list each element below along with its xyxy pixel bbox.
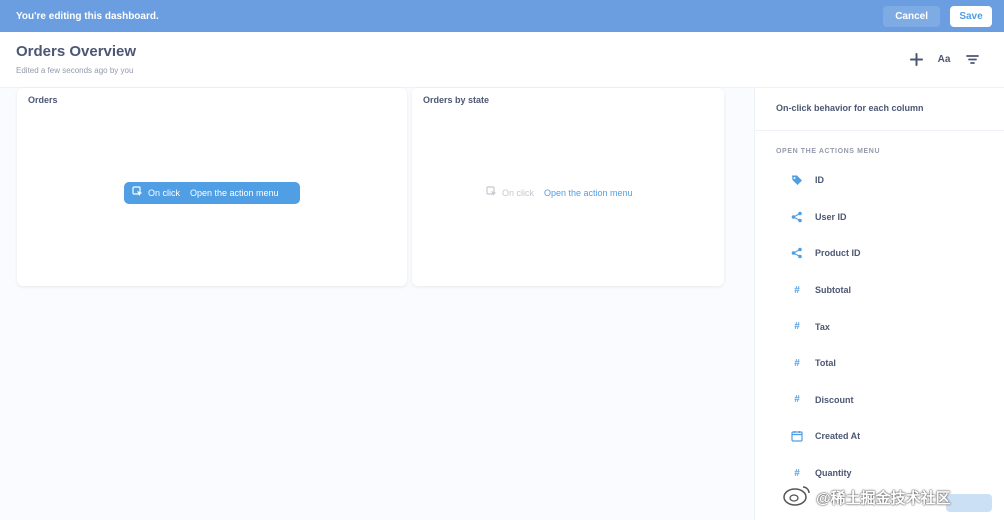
column-item-discount[interactable]: # Discount xyxy=(755,382,1004,419)
number-icon: # xyxy=(794,321,800,333)
watermark: @稀土掘金技术社区 xyxy=(782,482,951,512)
click-behavior-sidebar: On-click behavior for each column OPEN T… xyxy=(754,88,1004,520)
card-title: Orders by state xyxy=(423,95,490,105)
column-item-user-id[interactable]: User ID xyxy=(755,199,1004,236)
column-item-created-at[interactable]: Created At xyxy=(755,418,1004,455)
dashcard-orders[interactable]: Orders On click Open the action menu xyxy=(17,88,407,286)
dashcard-orders-by-state[interactable]: Orders by state On click Open the action… xyxy=(412,88,724,286)
action-label: Open the action menu xyxy=(544,188,633,198)
column-item-product-id[interactable]: Product ID xyxy=(755,235,1004,272)
connections-icon xyxy=(790,246,804,260)
column-label: Created At xyxy=(815,431,861,442)
save-button[interactable]: Save xyxy=(950,5,992,27)
column-item-tax[interactable]: # Tax xyxy=(755,308,1004,345)
dashboard-header: Orders Overview Edited a few seconds ago… xyxy=(0,32,1004,88)
last-edited-info: Edited a few seconds ago by you xyxy=(16,66,134,75)
edit-mode-message: You're editing this dashboard. xyxy=(16,10,159,22)
watermark-text: @稀土掘金技术社区 xyxy=(816,489,951,507)
add-icon[interactable] xyxy=(908,51,924,67)
click-behavior-button[interactable]: On click Open the action menu xyxy=(124,182,300,204)
divider xyxy=(755,130,1004,131)
section-heading: OPEN THE ACTIONS MENU xyxy=(776,148,881,155)
done-button[interactable] xyxy=(946,494,992,512)
action-label: Open the action menu xyxy=(190,188,279,198)
card-title: Orders xyxy=(28,95,58,105)
onclick-label: On click xyxy=(148,188,181,198)
number-icon: # xyxy=(794,284,800,296)
column-item-total[interactable]: # Total xyxy=(755,345,1004,382)
onclick-label: On click xyxy=(502,188,535,198)
column-label: User ID xyxy=(815,211,847,222)
column-label: Subtotal xyxy=(815,285,851,296)
connections-icon xyxy=(790,210,804,224)
column-list: ID User ID Product ID # Subtotal # Tax #… xyxy=(755,162,1004,491)
number-icon: # xyxy=(794,357,800,369)
cursor-click-icon xyxy=(132,186,144,200)
number-icon: # xyxy=(794,467,800,479)
column-label: Product ID xyxy=(815,248,861,259)
column-label: Quantity xyxy=(815,468,852,479)
page-title: Orders Overview xyxy=(16,43,137,60)
calendar-icon xyxy=(790,429,804,443)
number-icon: # xyxy=(794,394,800,406)
column-label: Tax xyxy=(815,321,830,332)
cursor-click-icon xyxy=(486,186,498,200)
column-label: ID xyxy=(815,175,824,186)
text-format-icon[interactable]: Aa xyxy=(936,51,952,67)
column-item-id[interactable]: ID xyxy=(755,162,1004,199)
cancel-button[interactable]: Cancel xyxy=(883,5,940,27)
sidebar-title: On-click behavior for each column xyxy=(776,103,924,113)
column-label: Discount xyxy=(815,394,854,405)
column-label: Total xyxy=(815,358,836,369)
header-toolbar: Aa xyxy=(908,51,980,67)
tag-icon xyxy=(790,173,804,187)
weibo-logo-icon xyxy=(782,483,812,511)
column-item-subtotal[interactable]: # Subtotal xyxy=(755,272,1004,309)
click-behavior-button[interactable]: On click Open the action menu xyxy=(486,184,633,202)
filter-icon[interactable] xyxy=(964,51,980,67)
edit-mode-banner: You're editing this dashboard. Cancel Sa… xyxy=(0,0,1004,32)
